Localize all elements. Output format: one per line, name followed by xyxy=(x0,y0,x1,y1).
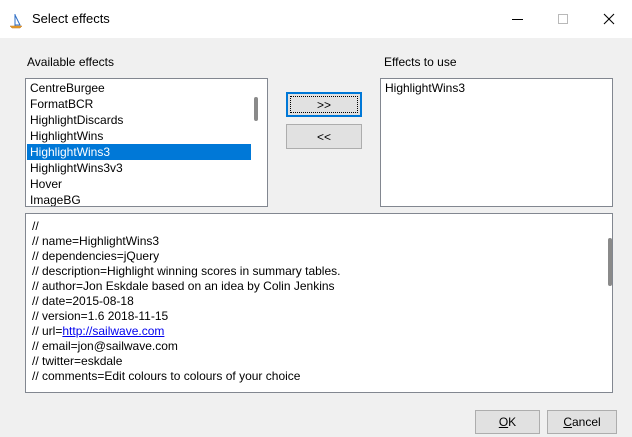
minimize-icon xyxy=(511,18,523,20)
script-line: // version=1.6 2018-11-15 xyxy=(32,309,340,324)
available-list-scrollbar[interactable] xyxy=(254,97,258,121)
script-scrollbar[interactable] xyxy=(608,238,612,286)
script-line: // dependencies=jQuery xyxy=(32,249,340,264)
script-line: // xyxy=(32,219,340,234)
ok-button[interactable]: OK xyxy=(475,410,540,434)
script-line: // date=2015-08-18 xyxy=(32,294,340,309)
cancel-button-label: ancel xyxy=(571,415,601,429)
effect-script-textarea[interactable]: //// name=HighlightWins3// dependencies=… xyxy=(25,213,613,393)
remove-effect-button[interactable]: << xyxy=(286,124,362,149)
effects-to-use-label: Effects to use xyxy=(384,55,457,69)
url-link[interactable]: http://sailwave.com xyxy=(62,324,164,338)
script-line-text: // xyxy=(32,219,39,233)
list-item[interactable]: HighlightWins3 xyxy=(27,144,251,160)
script-line-text: // comments=Edit colours to colours of y… xyxy=(32,369,301,383)
focus-rectangle xyxy=(290,96,358,113)
script-line: // name=HighlightWins3 xyxy=(32,234,340,249)
script-line-text: // email=jon@sailwave.com xyxy=(32,339,178,353)
list-item[interactable]: Hover xyxy=(27,176,251,192)
title-bar: Select effects xyxy=(0,0,632,38)
add-effect-button[interactable]: >> xyxy=(286,92,362,117)
script-line: // description=Highlight winning scores … xyxy=(32,264,340,279)
script-line-text: // author=Jon Eskdale based on an idea b… xyxy=(32,279,335,293)
script-line: // twitter=eskdale xyxy=(32,354,340,369)
script-line-text: // name=HighlightWins3 xyxy=(32,234,160,248)
window-title: Select effects xyxy=(32,11,110,26)
list-item[interactable]: ImageBG xyxy=(27,192,251,206)
cancel-accelerator: C xyxy=(563,415,572,429)
script-line: // author=Jon Eskdale based on an idea b… xyxy=(32,279,340,294)
available-effects-list[interactable]: CentreBurgee FormatBCR HighlightDiscards Hi… xyxy=(25,78,268,207)
script-line-text: // date=2015-08-18 xyxy=(32,294,134,308)
list-item[interactable]: HighlightWins xyxy=(27,128,251,144)
script-line-text: // dependencies=jQuery xyxy=(32,249,160,263)
select-effects-dialog: Select effects Available effects Effects… xyxy=(0,0,632,437)
script-line-text: // version=1.6 2018-11-15 xyxy=(32,309,169,323)
available-effects-label: Available effects xyxy=(27,55,114,69)
close-button[interactable] xyxy=(586,0,632,38)
list-item[interactable]: HighlightWins3 xyxy=(382,80,611,96)
list-item[interactable]: FormatBCR xyxy=(27,96,251,112)
remove-effect-button-label: << xyxy=(316,129,331,144)
script-line-text: // description=Highlight winning scores … xyxy=(32,264,341,278)
sailboat-icon xyxy=(9,13,23,29)
list-item[interactable]: HighlightDiscards xyxy=(27,112,251,128)
ok-button-label: K xyxy=(508,415,517,429)
maximize-button[interactable] xyxy=(540,0,586,38)
maximize-icon xyxy=(558,14,568,24)
script-line-text: // twitter=eskdale xyxy=(32,354,123,368)
close-icon xyxy=(603,13,615,25)
list-item[interactable]: CentreBurgee xyxy=(27,80,251,96)
ok-accelerator: O xyxy=(498,415,509,429)
script-line-text: // url= xyxy=(32,324,63,338)
list-item[interactable]: HighlightWins3v3 xyxy=(27,160,251,176)
script-line: // email=jon@sailwave.com xyxy=(32,339,340,354)
cancel-button[interactable]: Cancel xyxy=(547,410,617,434)
minimize-button[interactable] xyxy=(494,0,540,38)
script-line: // comments=Edit colours to colours of y… xyxy=(32,369,340,384)
effects-to-use-list[interactable]: HighlightWins3 xyxy=(380,78,613,207)
script-line: // url=http://sailwave.com xyxy=(32,324,340,339)
